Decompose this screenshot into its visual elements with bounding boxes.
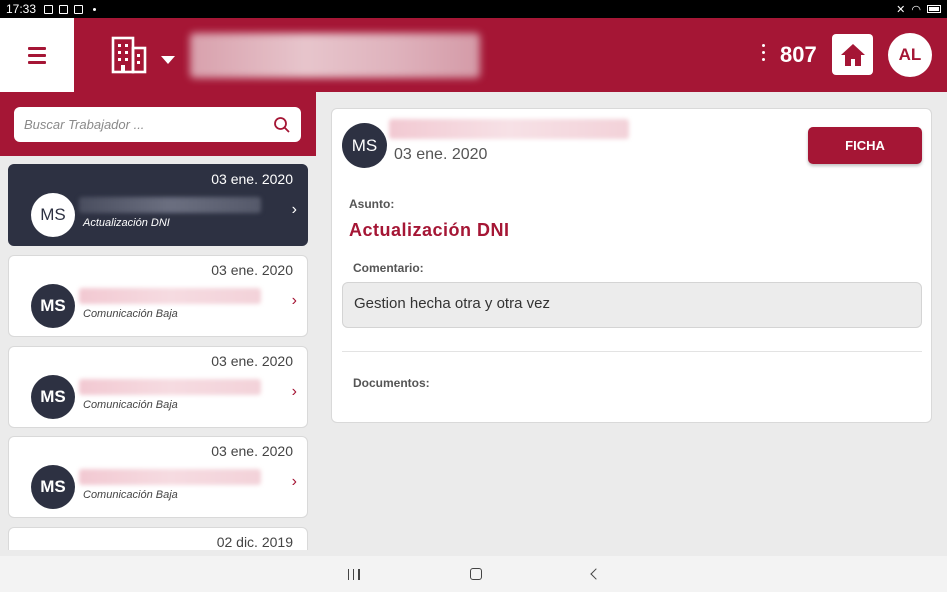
battery-icon [927, 5, 941, 13]
app-notification-icon [74, 4, 84, 14]
list-item[interactable]: 03 ene. 2020 MS Comunicación Baja › [8, 255, 308, 337]
company-name-redacted [190, 33, 480, 78]
avatar: MS [342, 123, 387, 168]
asunto-label: Asunto: [349, 197, 395, 211]
item-date: 03 ene. 2020 [211, 353, 293, 369]
worker-name-redacted [389, 119, 629, 139]
list-item[interactable]: 02 dic. 2019 [8, 527, 308, 550]
item-subject: Comunicación Baja [83, 399, 178, 411]
detail-date: 03 ene. 2020 [394, 146, 488, 163]
home-button[interactable] [832, 34, 873, 75]
search-bar[interactable] [14, 107, 301, 142]
item-subject: Actualización DNI [83, 217, 170, 229]
hamburger-icon [28, 43, 46, 68]
asunto-value: Actualización DNI [349, 220, 510, 240]
list-item[interactable]: 03 ene. 2020 MS Actualización DNI › [8, 164, 308, 246]
avatar: MS [31, 193, 75, 237]
user-avatar[interactable]: AL [888, 33, 932, 77]
detail-panel: MS 03 ene. 2020 FICHA Asunto: Actualizac… [331, 108, 932, 423]
search-input[interactable] [24, 117, 273, 132]
app-bar: 807 AL [0, 18, 947, 92]
list-item[interactable]: 03 ene. 2020 MS Comunicación Baja › [8, 346, 308, 428]
search-icon[interactable] [273, 116, 291, 134]
home-nav-icon[interactable] [469, 568, 482, 580]
mute-icon: ✕ [896, 3, 906, 16]
chevron-right-icon: › [291, 473, 297, 490]
comentario-value: Gestion hecha otra y otra vez [342, 282, 922, 328]
comentario-label: Comentario: [353, 261, 424, 275]
avatar: MS [31, 284, 75, 328]
item-subject: Comunicación Baja [83, 308, 178, 320]
item-date: 03 ene. 2020 [211, 443, 293, 459]
item-subject: Comunicación Baja [83, 489, 178, 501]
notification-counter: 807 [780, 42, 817, 67]
avatar: MS [31, 465, 75, 509]
back-icon[interactable] [589, 568, 602, 580]
building-icon[interactable] [110, 36, 148, 74]
item-date: 03 ene. 2020 [211, 262, 293, 278]
documentos-label: Documentos: [353, 376, 430, 390]
gallery-notification-icon [44, 4, 54, 14]
worker-name-redacted [79, 197, 261, 213]
chevron-right-icon: › [291, 292, 297, 309]
recents-icon[interactable] [347, 568, 360, 580]
ficha-button[interactable]: FICHA [808, 127, 922, 164]
chevron-right-icon: › [291, 201, 297, 218]
more-notifications-icon [93, 7, 97, 11]
menu-button[interactable] [0, 18, 74, 92]
item-date: 02 dic. 2019 [216, 534, 293, 550]
status-time: 17:33 [6, 2, 37, 16]
home-icon [840, 43, 865, 66]
more-options-icon[interactable] [762, 44, 766, 65]
worker-list: 03 ene. 2020 MS Actualización DNI › 03 e… [0, 156, 316, 550]
item-date: 03 ene. 2020 [211, 171, 293, 187]
list-item[interactable]: 03 ene. 2020 MS Comunicación Baja › [8, 436, 308, 518]
worker-name-redacted [79, 379, 261, 395]
divider [342, 351, 922, 352]
worker-name-redacted [79, 288, 261, 304]
chevron-right-icon: › [291, 383, 297, 400]
list-header [0, 92, 316, 156]
avatar: MS [31, 375, 75, 419]
worker-name-redacted [79, 469, 261, 485]
chevron-down-icon[interactable] [161, 56, 175, 64]
wifi-icon: ◠ [911, 3, 921, 16]
status-bar: 17:33 ✕ ◠ [0, 0, 947, 18]
system-nav-bar [0, 556, 947, 592]
image-notification-icon [59, 4, 69, 14]
